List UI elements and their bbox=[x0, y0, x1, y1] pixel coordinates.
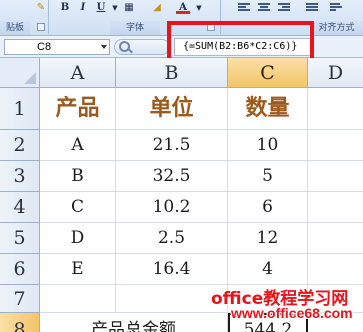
row-header-6[interactable]: 6 bbox=[0, 254, 40, 285]
table-header-cell[interactable]: 产品 bbox=[40, 88, 116, 130]
table-cell[interactable]: A bbox=[40, 130, 116, 161]
total-label-cell[interactable]: 产品总金额 bbox=[40, 313, 228, 332]
table-cell[interactable]: 16.4 bbox=[116, 254, 228, 285]
grid-cell[interactable] bbox=[308, 161, 363, 192]
table-cell[interactable]: 2.5 bbox=[116, 223, 228, 254]
grid-cell[interactable] bbox=[308, 88, 363, 130]
column-header-d[interactable]: D bbox=[308, 58, 363, 88]
align-right-icon[interactable] bbox=[278, 2, 292, 14]
italic-icon[interactable]: I bbox=[76, 1, 90, 14]
grid-cell[interactable] bbox=[308, 223, 363, 254]
row-header-4[interactable]: 4 bbox=[0, 192, 40, 223]
font-group-label: 字体 bbox=[110, 21, 160, 35]
table-cell[interactable]: 6 bbox=[228, 192, 308, 223]
format-painter-icon[interactable]: ✎ bbox=[34, 1, 48, 14]
align-center-icon[interactable] bbox=[258, 2, 272, 14]
font-color-icon[interactable]: A bbox=[176, 1, 190, 14]
column-header-b[interactable]: B bbox=[116, 58, 228, 88]
name-box[interactable]: C8 bbox=[4, 39, 110, 55]
chevron-down-icon[interactable] bbox=[101, 45, 107, 49]
table-cell[interactable]: D bbox=[40, 223, 116, 254]
row-header-2[interactable]: 2 bbox=[0, 130, 40, 161]
table-cell[interactable]: 32.5 bbox=[116, 161, 228, 192]
table-header-cell[interactable]: 单位 bbox=[116, 88, 228, 130]
watermark-url: www.office68.com bbox=[231, 305, 353, 321]
fill-color-icon[interactable]: ◢ bbox=[150, 1, 164, 14]
clipboard-launcher-icon[interactable] bbox=[37, 23, 45, 31]
underline-icon[interactable]: U bbox=[94, 1, 108, 14]
align-left-icon[interactable] bbox=[238, 2, 252, 14]
table-cell[interactable]: 4 bbox=[228, 254, 308, 285]
table-cell[interactable]: 10 bbox=[228, 130, 308, 161]
grid-cell[interactable] bbox=[308, 254, 363, 285]
table-cell[interactable]: 10.2 bbox=[116, 192, 228, 223]
grid-cell[interactable] bbox=[308, 192, 363, 223]
table-cell[interactable]: B bbox=[40, 161, 116, 192]
table-header-cell[interactable]: 数量 bbox=[228, 88, 308, 130]
wrap-text-icon[interactable] bbox=[330, 2, 344, 14]
grid-cell[interactable] bbox=[40, 285, 116, 313]
row-header-7[interactable]: 7 bbox=[0, 285, 40, 313]
zoom-icon[interactable] bbox=[119, 41, 130, 52]
table-cell[interactable]: 21.5 bbox=[116, 130, 228, 161]
bold-icon[interactable]: B bbox=[58, 1, 72, 14]
row-header-5[interactable]: 5 bbox=[0, 223, 40, 254]
clipboard-group-label: 贴板 bbox=[0, 21, 30, 35]
font-color-dropdown-icon[interactable]: ▼ bbox=[192, 1, 206, 14]
row-header-1[interactable]: 1 bbox=[0, 88, 40, 130]
select-all-triangle-icon bbox=[24, 72, 36, 84]
row-header-3[interactable]: 3 bbox=[0, 161, 40, 192]
alignment-group-label: 对齐方式 bbox=[310, 21, 363, 35]
column-header-c[interactable]: C bbox=[228, 58, 308, 88]
table-cell[interactable]: 5 bbox=[228, 161, 308, 192]
dropdown-icon[interactable]: ▼ bbox=[108, 1, 122, 14]
column-header-a[interactable]: A bbox=[40, 58, 116, 88]
table-cell[interactable]: 12 bbox=[228, 223, 308, 254]
ribbon-separator bbox=[48, 0, 49, 34]
indent-icon[interactable] bbox=[306, 2, 320, 14]
grid-cell[interactable] bbox=[308, 130, 363, 161]
table-cell[interactable]: C bbox=[40, 192, 116, 223]
row-header-8[interactable]: 8 bbox=[0, 313, 40, 332]
border-icon[interactable]: ▦ bbox=[122, 1, 136, 14]
table-cell[interactable]: E bbox=[40, 254, 116, 285]
